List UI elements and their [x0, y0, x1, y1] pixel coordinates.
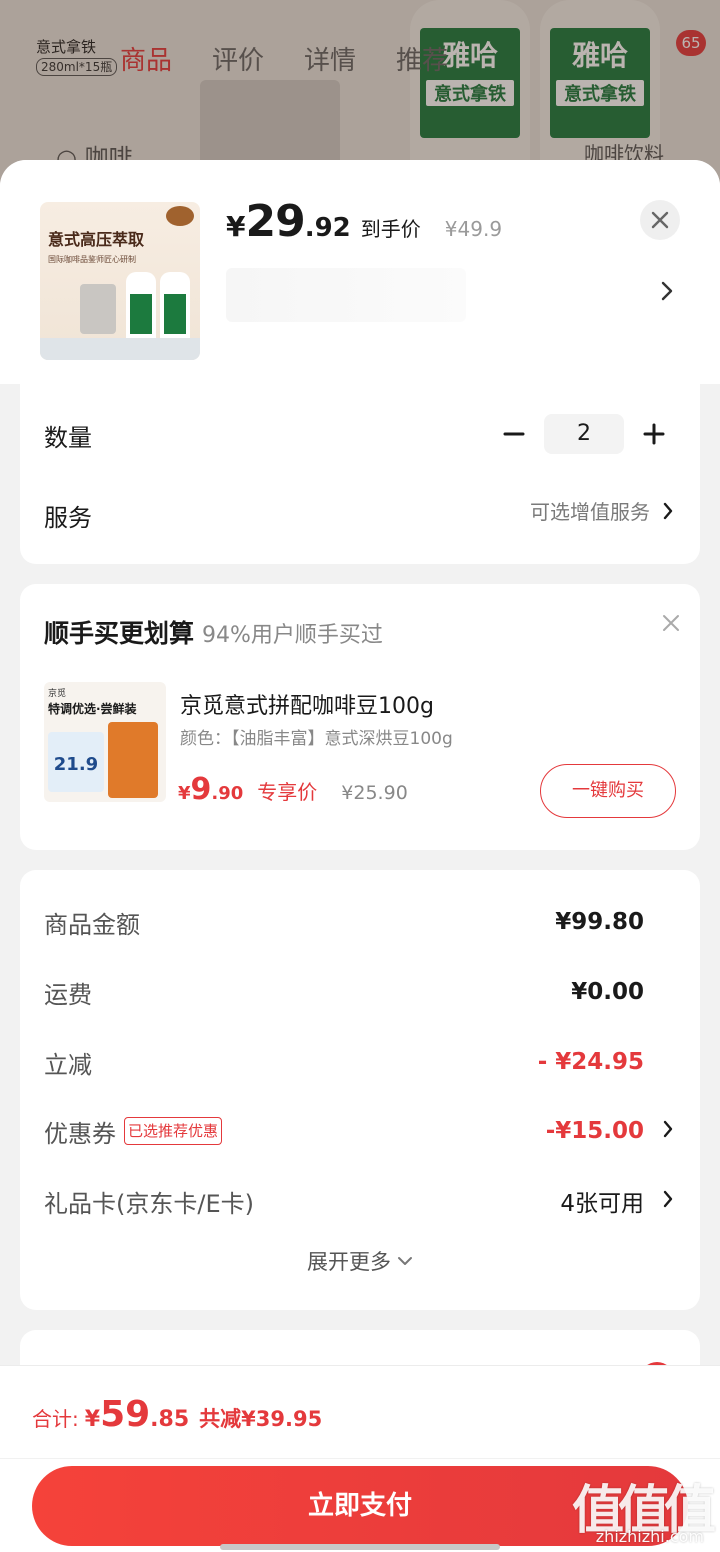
total-decimal: .85: [150, 1407, 190, 1432]
product-price: ¥ 29 .92 到手价 ¥49.9: [226, 196, 502, 247]
original-price: ¥25.90: [341, 782, 408, 804]
chevron-right-icon: [662, 1119, 674, 1143]
coffee-bean-icon: [166, 206, 194, 226]
thumbnail-caption: 意式高压萃取: [48, 230, 145, 249]
recommended-item-price: ¥ 9 .90 专享价 ¥25.90: [178, 772, 408, 807]
price-symbol: ¥: [226, 210, 246, 243]
one-click-buy-button[interactable]: 一键购买: [540, 764, 676, 818]
image-headline: 特调优选·尝鲜装: [48, 702, 137, 716]
gift-card-label: 礼品卡(京东卡/E卡): [44, 1189, 254, 1218]
quantity-stepper: 2: [494, 414, 674, 454]
service-selector[interactable]: 可选增值服务: [530, 496, 674, 525]
product-thumbnail[interactable]: 意式高压萃取 国际咖啡品鉴师匠心研制: [40, 202, 200, 360]
close-button[interactable]: [640, 200, 680, 240]
price-tag: 到手价: [360, 217, 421, 241]
instant-discount-row: 立减 - ¥24.95: [44, 1042, 674, 1082]
shipping-label: 运费: [44, 980, 92, 1009]
total-saving: 共减¥39.95: [199, 1407, 323, 1431]
image-promo-price: 21.9: [48, 732, 104, 792]
recommended-item-name[interactable]: 京觅意式拼配咖啡豆100g: [180, 688, 434, 720]
product-header: 意式高压萃取 国际咖啡品鉴师匠心研制 ¥ 29 .92 到手价 ¥49.9: [0, 160, 720, 384]
moka-pot-image: [80, 284, 116, 334]
total-integer: 59: [100, 1394, 151, 1435]
home-indicator[interactable]: [220, 1544, 500, 1550]
close-icon[interactable]: [662, 614, 680, 636]
order-total: 合计: ¥ 59 .85 共减¥39.95: [32, 1394, 322, 1435]
quantity-label: 数量: [44, 424, 92, 452]
recommendation-title: 顺手买更划算 94%用户顺手买过: [44, 614, 383, 650]
chevron-right-icon: [663, 502, 673, 519]
total-symbol: ¥: [84, 1407, 101, 1432]
expand-more-label: 展开更多: [307, 1250, 391, 1274]
divider: [0, 1458, 720, 1459]
goods-amount-value: ¥99.80: [555, 909, 644, 935]
increase-button[interactable]: [634, 414, 674, 454]
thumbnail-subcaption: 国际咖啡品鉴师匠心研制: [48, 255, 136, 264]
instant-discount-label: 立减: [44, 1050, 92, 1079]
quantity-service-card: 数量 2 服务 可选增值服务: [20, 384, 700, 564]
chevron-right-icon[interactable]: [660, 280, 674, 306]
shipping-value: ¥0.00: [571, 979, 644, 1005]
chevron-down-icon: [398, 1257, 412, 1265]
decrease-button[interactable]: [494, 414, 534, 454]
instant-discount-value: - ¥24.95: [537, 1049, 644, 1075]
gift-card-value: 4张可用: [560, 1191, 644, 1217]
price-decimal: .90: [211, 783, 244, 804]
price-integer: 29: [245, 196, 305, 247]
coupon-label: 优惠券: [44, 1119, 116, 1148]
checkout-sheet: 意式高压萃取 国际咖啡品鉴师匠心研制 ¥ 29 .92 到手价 ¥49.9 数量: [0, 160, 720, 1552]
watermark-url: zhizhizhi.com: [595, 1527, 704, 1546]
coupon-label-group: 优惠券 已选推荐优惠: [44, 1114, 223, 1149]
coupon-selected-tag: 已选推荐优惠: [124, 1117, 223, 1145]
expand-more-button[interactable]: 展开更多: [20, 1246, 700, 1276]
service-label: 服务: [44, 504, 92, 532]
recommended-item-spec: 颜色：【油脂丰富】意式深烘豆100g: [180, 729, 453, 749]
sku-selector[interactable]: [226, 268, 466, 322]
total-label: 合计:: [32, 1407, 79, 1431]
coupon-value: -¥15.00: [545, 1118, 644, 1144]
quantity-input[interactable]: 2: [544, 414, 624, 454]
recommended-item-image[interactable]: 京觅 特调优选·尝鲜装 21.9: [44, 682, 166, 802]
order-summary-card: 商品金额 ¥99.80 运费 ¥0.00 立减 - ¥24.95 优惠券 已选推…: [20, 870, 700, 1310]
goods-amount-row: 商品金额 ¥99.80: [44, 902, 674, 942]
close-icon: [651, 211, 669, 229]
recommendation-subtitle: 94%用户顺手买过: [202, 623, 383, 648]
price-integer: 9: [190, 772, 212, 807]
coupon-row[interactable]: 优惠券 已选推荐优惠 -¥15.00: [44, 1111, 674, 1151]
table-surface: [40, 338, 200, 360]
recommendation-heading: 顺手买更划算: [44, 619, 195, 648]
goods-amount-label: 商品金额: [44, 910, 140, 939]
price-tag: 专享价: [257, 780, 318, 804]
chevron-right-icon: [662, 1189, 674, 1213]
price-decimal: .92: [304, 213, 351, 243]
minus-icon: [503, 432, 525, 436]
gift-card-row[interactable]: 礼品卡(京东卡/E卡) 4张可用: [44, 1181, 674, 1221]
coffee-bag-image: [108, 722, 158, 798]
original-price: ¥49.9: [444, 217, 503, 241]
plus-icon: [643, 423, 665, 445]
shipping-row: 运费 ¥0.00: [44, 972, 674, 1012]
service-value: 可选增值服务: [530, 500, 650, 524]
image-brand: 京觅: [48, 689, 67, 699]
add-on-recommendation-card: 顺手买更划算 94%用户顺手买过 京觅 特调优选·尝鲜装 21.9 京觅意式拼配咖…: [20, 584, 700, 850]
price-symbol: ¥: [178, 783, 191, 804]
